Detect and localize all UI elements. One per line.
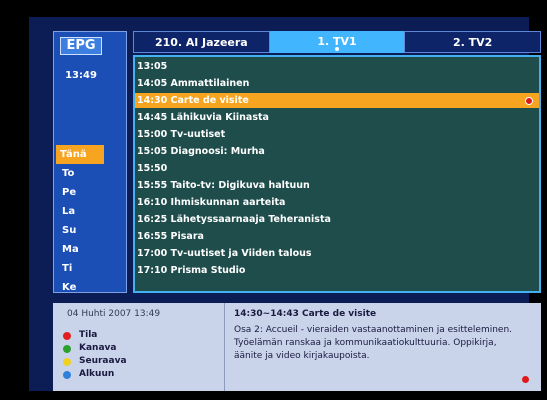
programme-list: 13:05 14:05 Ammattilainen 14:30 Carte de… <box>133 55 541 293</box>
green-key-icon <box>63 344 71 353</box>
tab-channel-next[interactable]: 2. TV2 <box>404 31 542 53</box>
blue-key-icon <box>63 370 71 379</box>
day-item[interactable]: Su <box>58 221 106 240</box>
programme-row[interactable]: 15:00 Tv-uutiset <box>137 127 225 142</box>
programme-description: Osa 2: Accueil - vieraiden vastaanottami… <box>234 325 513 361</box>
yellow-key-icon <box>63 357 71 366</box>
programme-time-title: 14:30~14:43 Carte de visite <box>234 309 377 319</box>
legend-label: Seuraava <box>79 356 127 366</box>
day-item[interactable]: Ke <box>58 278 106 297</box>
legend-item-kanava[interactable]: Kanava <box>63 342 127 355</box>
record-icon <box>525 97 533 105</box>
programme-row[interactable]: 14:05 Ammattilainen <box>137 76 249 91</box>
programme-row[interactable]: 15:55 Taito-tv: Digikuva haltuun <box>137 178 310 193</box>
red-key-icon <box>63 331 71 340</box>
day-item[interactable]: To <box>58 164 106 183</box>
day-list: Tänä To Pe La Su Ma Ti Ke <box>56 145 106 297</box>
programme-row[interactable]: 15:50 <box>137 161 167 176</box>
legend-item-seuraava[interactable]: Seuraava <box>63 355 127 368</box>
legend-label: Kanava <box>79 343 117 353</box>
epg-label: EPG <box>60 37 102 55</box>
current-datetime: 04 Huhti 2007 13:49 <box>67 309 161 319</box>
programme-row-selected[interactable]: 14:30 Carte de visite <box>135 93 539 108</box>
programme-row[interactable]: 17:00 Tv-uutiset ja Viiden talous <box>137 246 312 261</box>
programme-row[interactable]: 17:10 Prisma Studio <box>137 263 245 278</box>
day-item-today[interactable]: Tänä <box>56 145 104 164</box>
day-item[interactable]: Pe <box>58 183 106 202</box>
legend-item-tila[interactable]: Tila <box>63 329 127 342</box>
tab-channel-current[interactable]: 1. TV1 <box>269 31 405 53</box>
clock: 13:49 <box>65 70 97 81</box>
day-item[interactable]: Ma <box>58 240 106 259</box>
active-tab-indicator-icon <box>335 47 339 51</box>
left-column: EPG 13:49 Tänä To Pe La Su Ma Ti Ke <box>53 31 127 293</box>
day-item[interactable]: Ti <box>58 259 106 278</box>
programme-row[interactable]: 15:05 Diagnoosi: Murha <box>137 144 265 159</box>
programme-row[interactable]: 16:55 Pisara <box>137 229 204 244</box>
day-item[interactable]: La <box>58 202 106 221</box>
channel-tabs: 210. Al Jazeera 1. TV1 2. TV2 <box>133 31 542 53</box>
programme-row[interactable]: 16:10 Ihmiskunnan aarteita <box>137 195 285 210</box>
programme-row-label: 14:30 Carte de visite <box>137 95 249 106</box>
programme-row[interactable]: 16:25 Lähetyssaarnaaja Teheranista <box>137 212 331 227</box>
color-key-legend: Tila Kanava Seuraava Alkuun <box>63 329 127 381</box>
legend-label: Alkuun <box>79 369 115 379</box>
programme-row[interactable]: 14:45 Lähikuvia Kiinasta <box>137 110 269 125</box>
record-icon <box>522 376 529 383</box>
tab-channel-prev[interactable]: 210. Al Jazeera <box>133 31 270 53</box>
legend-label: Tila <box>79 330 98 340</box>
panel-divider <box>224 303 225 391</box>
legend-item-alkuun[interactable]: Alkuun <box>63 368 127 381</box>
epg-screen: EPG 13:49 Tänä To Pe La Su Ma Ti Ke 210.… <box>29 17 542 391</box>
programme-row[interactable]: 13:05 <box>137 59 167 74</box>
info-panel: 04 Huhti 2007 13:49 Tila Kanava Seuraava… <box>53 303 541 391</box>
